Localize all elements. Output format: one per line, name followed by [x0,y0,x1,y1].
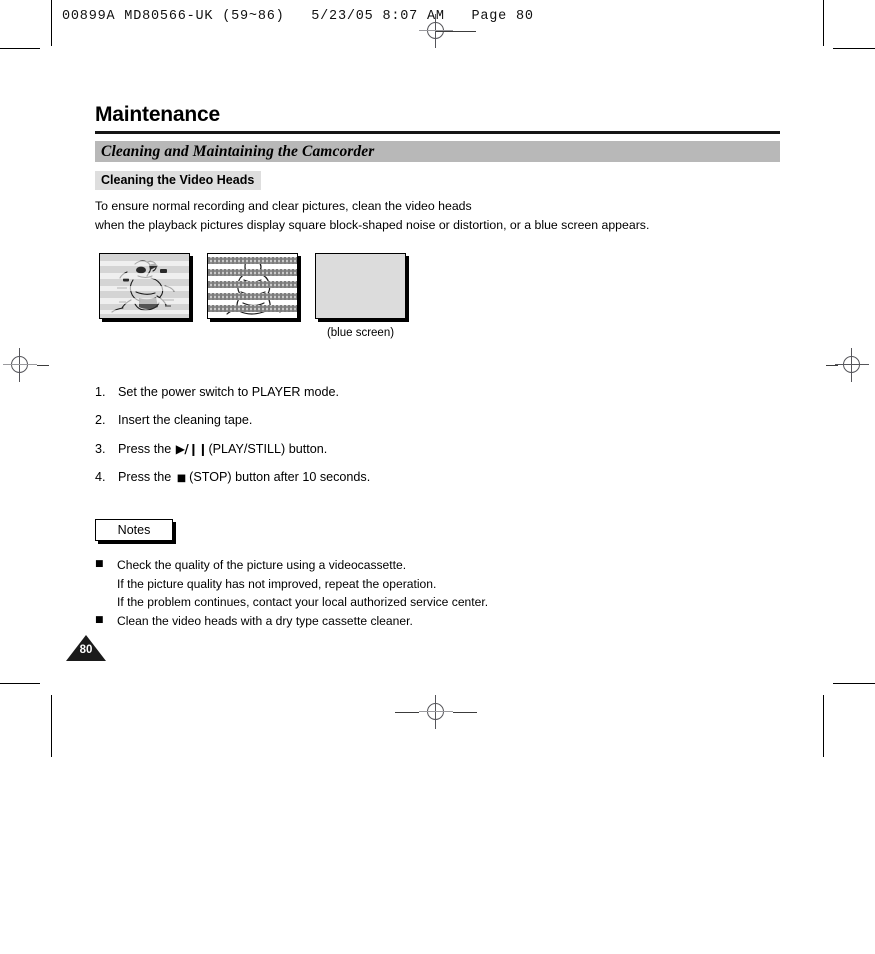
intro-paragraph: To ensure normal recording and clear pic… [95,197,780,233]
step-text-post: (PLAY/STILL) button. [208,441,328,456]
noise-band-3 [208,280,297,288]
note-text: Clean the video heads with a dry type ca… [117,612,780,630]
steps-list: 1. Set the power switch to PLAYER mode. … [95,384,780,486]
title-rule [95,131,780,135]
noise-band-4 [208,292,297,300]
note-text: Check the quality of the picture using a… [117,556,780,610]
step-text-pre: Insert the cleaning tape. [118,413,253,428]
subsection-heading: Cleaning the Video Heads [95,171,262,191]
page-number-badge: 80 [66,635,106,661]
step-item: 1. Set the power switch to PLAYER mode. [95,384,780,400]
step-text: Insert the cleaning tape. [118,412,780,428]
registration-guide-top-horizontal [436,31,476,32]
step-number: 1. [95,384,106,399]
registration-guide-bottom-horizontal-left [395,712,419,713]
crop-mark-bottom-left-horizontal [0,683,40,684]
step-number: 3. [95,441,106,456]
crop-mark-top-right-vertical [823,0,824,46]
noise-band-1 [208,256,297,264]
crop-mark-top-right-horizontal [833,48,875,49]
intro-line-2: when the playback pictures display squar… [95,217,650,232]
note-line: Check the quality of the picture using a… [117,558,407,573]
step-item: 2. Insert the cleaning tape. [95,412,780,428]
crop-mark-bottom-left-vertical [51,695,52,757]
distortion-band-1 [100,260,189,266]
noise-band-2 [208,268,297,276]
step-text: Press the ▶/❙❙(PLAY/STILL) button. [118,441,780,458]
distortion-band-5 [100,309,189,314]
distortion-band-4 [100,297,189,304]
section-heading-text: Cleaning and Maintaining the Camcorder [101,143,375,161]
note-item: ■ Check the quality of the picture using… [95,556,780,610]
blue-screen-caption: (blue screen) [326,326,395,339]
note-bullet-icon: ■ [95,559,104,570]
stop-icon: ■ [176,473,187,485]
crop-mark-top-left-vertical [51,0,52,46]
section-heading-bar: Cleaning and Maintaining the Camcorder [95,141,780,163]
step-text-pre: Set the power switch to PLAYER mode. [118,384,339,399]
prepress-header-text: 00899A MD80566-UK (59~86) 5/23/05 8:07 A… [62,9,534,24]
distorted-picture-illustration [99,252,190,319]
page-number: 80 [79,644,93,656]
registration-guide-left-horizontal [37,365,49,366]
step-number: 2. [95,413,106,428]
notes-section: Notes ■ Check the quality of the picture… [95,519,780,630]
step-text-post: (STOP) button after 10 seconds. [189,470,371,485]
figure-group: (blue screen) [95,252,780,353]
step-number: 4. [95,470,106,485]
page-content: Maintenance Cleaning and Maintaining the… [95,103,780,631]
note-line: Clean the video heads with a dry type ca… [117,613,413,628]
step-text: Press the ■ (STOP) button after 10 second… [118,469,780,485]
notes-label: Notes [95,519,173,542]
registration-guide-bottom-horizontal-right [453,712,477,713]
registration-mark-bottom [419,695,453,729]
play-still-icon: ▶/❙❙ [175,441,208,456]
note-item: ■ Clean the video heads with a dry type … [95,612,780,630]
step-item: 4. Press the ■ (STOP) button after 10 sec… [95,469,780,485]
intro-line-1: To ensure normal recording and clear pic… [95,199,472,214]
note-bullet-icon: ■ [95,614,104,625]
step-text-pre: Press the [118,441,175,456]
registration-guide-right-horizontal [826,365,838,366]
noise-band-5 [208,304,297,312]
blue-screen-illustration [315,252,406,319]
step-item: 3. Press the ▶/❙❙(PLAY/STILL) button. [95,441,780,458]
page-title: Maintenance [95,103,220,126]
crop-mark-bottom-right-vertical [823,695,824,757]
crop-mark-top-left-horizontal [0,48,40,49]
step-text: Set the power switch to PLAYER mode. [118,384,780,400]
note-line: If the picture quality has not improved,… [117,576,437,591]
distortion-band-3 [100,285,189,291]
distortion-band-2 [100,272,189,279]
registration-mark-left [3,348,37,382]
note-line: If the problem continues, contact your l… [117,594,489,609]
block-noise-picture-illustration [207,252,298,319]
crop-mark-bottom-right-horizontal [833,683,875,684]
registration-mark-right [835,348,869,382]
step-text-pre: Press the [118,470,175,485]
